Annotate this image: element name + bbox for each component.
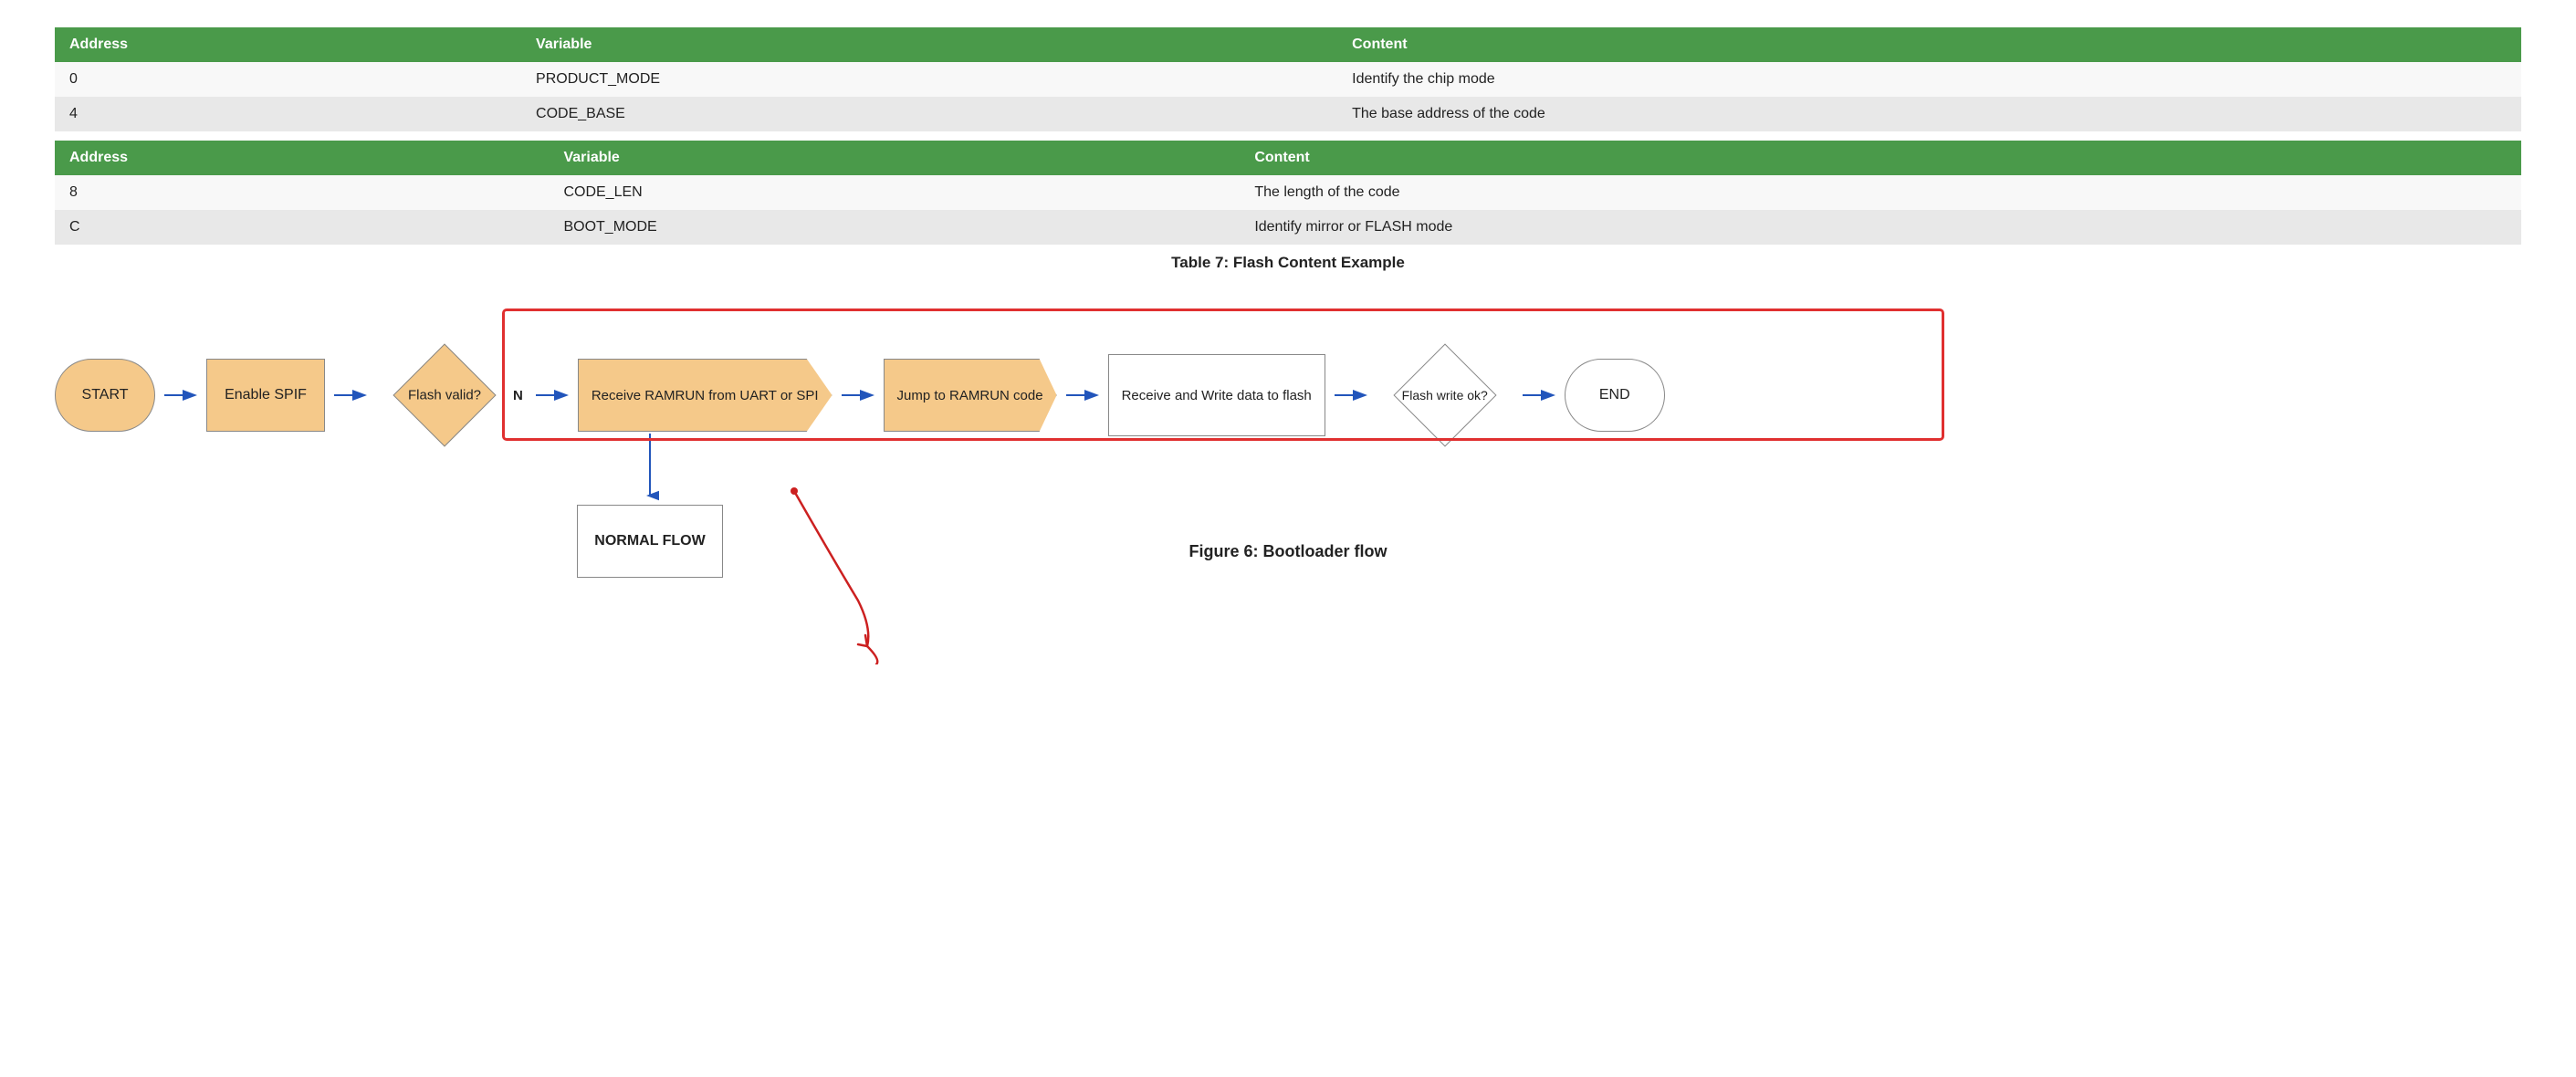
receive-write-node: Receive and Write data to flash (1108, 354, 1325, 436)
flash-valid-node: Flash valid? (376, 345, 513, 445)
normal-flow-node: NORMAL FLOW (577, 505, 723, 578)
col-header-content-2: Content (1240, 141, 2521, 175)
end-node: END (1565, 359, 1665, 432)
col-header-content-1: Content (1337, 27, 2521, 62)
table-caption: Table 7: Flash Content Example (55, 254, 2521, 272)
vertical-arrow-normal-flow: NORMAL FLOW (577, 432, 723, 578)
n-label: N (513, 388, 523, 403)
cell-content: Identify mirror or FLASH mode (1240, 210, 2521, 245)
col-header-variable-2: Variable (549, 141, 1240, 175)
receive-ramrun-node: Receive RAMRUN from UART or SPI (578, 359, 832, 432)
cell-address: C (55, 210, 549, 245)
table-2: Address Variable Content 8 CODE_LEN The … (55, 141, 2521, 245)
cell-content: Identify the chip mode (1337, 62, 2521, 97)
arrow-3 (527, 386, 578, 404)
col-header-address-2: Address (55, 141, 549, 175)
arrow-2 (325, 386, 376, 404)
cell-variable: BOOT_MODE (549, 210, 1240, 245)
arrow-4 (832, 386, 884, 404)
table-row: 8 CODE_LEN The length of the code (55, 175, 2521, 210)
enable-spif-node: Enable SPIF (206, 359, 325, 432)
cell-content: The base address of the code (1337, 97, 2521, 131)
col-header-variable-1: Variable (521, 27, 1337, 62)
cell-variable: CODE_BASE (521, 97, 1337, 131)
figure-caption: Figure 6: Bootloader flow (55, 542, 2521, 561)
arrow-5 (1057, 386, 1108, 404)
arrow-1 (155, 386, 206, 404)
n-arrow-group: N (513, 386, 578, 404)
table-row: 4 CODE_BASE The base address of the code (55, 97, 2521, 131)
flash-write-ok-node: Flash write ok? (1377, 345, 1513, 445)
cell-address: 8 (55, 175, 549, 210)
cell-address: 4 (55, 97, 521, 131)
cell-variable: PRODUCT_MODE (521, 62, 1337, 97)
cell-address: 0 (55, 62, 521, 97)
arrow-7 (1513, 386, 1565, 404)
table-row: C BOOT_MODE Identify mirror or FLASH mod… (55, 210, 2521, 245)
red-annotation-arrow (739, 482, 922, 668)
table-row: 0 PRODUCT_MODE Identify the chip mode (55, 62, 2521, 97)
table-1: Address Variable Content 0 PRODUCT_MODE … (55, 27, 2521, 131)
start-node: START (55, 359, 155, 432)
arrow-6 (1325, 386, 1377, 404)
cell-variable: CODE_LEN (549, 175, 1240, 210)
cell-content: The length of the code (1240, 175, 2521, 210)
col-header-address-1: Address (55, 27, 521, 62)
flowchart-main-row: START Enable SPIF Flash valid? (55, 318, 2521, 473)
jump-ramrun-node: Jump to RAMRUN code (884, 359, 1057, 432)
flowchart-section: START Enable SPIF Flash valid? (55, 299, 2521, 561)
